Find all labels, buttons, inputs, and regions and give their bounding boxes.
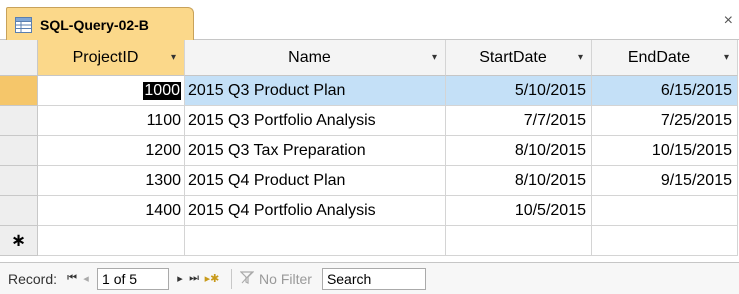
close-icon[interactable]: × (724, 13, 733, 29)
filter-label: No Filter (259, 270, 312, 287)
column-header-projectid[interactable]: ProjectID ▾ (38, 40, 185, 76)
cell-projectid[interactable]: 1000 (38, 76, 185, 106)
cell-name[interactable]: 2015 Q4 Portfolio Analysis (185, 196, 446, 226)
record-label: Record: (8, 270, 58, 287)
first-record-icon[interactable]: ⏮ (65, 269, 79, 289)
cell-name[interactable]: 2015 Q3 Portfolio Analysis (185, 106, 446, 136)
cell-name[interactable]: 2015 Q3 Product Plan (185, 76, 446, 106)
cell-enddate[interactable]: 6/15/2015 (592, 76, 738, 106)
cell-startdate[interactable]: 8/10/2015 (446, 166, 592, 196)
table-row[interactable]: 1000 2015 Q3 Product Plan 5/10/2015 6/15… (0, 76, 738, 106)
cell-startdate[interactable]: 10/5/2015 (446, 196, 592, 226)
cell-name[interactable]: 2015 Q3 Tax Preparation (185, 136, 446, 166)
selected-text: 1000 (143, 81, 181, 100)
record-selector[interactable] (0, 106, 38, 136)
select-all-corner[interactable] (0, 40, 38, 76)
cell-projectid[interactable]: 1100 (38, 106, 185, 136)
column-header-label: EndDate (627, 48, 691, 66)
sort-dropdown-icon[interactable]: ▾ (724, 52, 729, 63)
header-row: ProjectID ▾ Name ▾ StartDate ▾ EndDate ▾ (0, 40, 738, 76)
cell-enddate[interactable] (592, 226, 738, 256)
object-tab-strip: SQL-Query-02-B × (0, 0, 739, 41)
previous-record-icon[interactable]: ◂ (79, 269, 93, 289)
record-selector[interactable] (0, 76, 38, 106)
new-record-nav-icon[interactable]: ▸✱ (201, 269, 223, 289)
cell-startdate[interactable] (446, 226, 592, 256)
filter-toggle[interactable]: No Filter (239, 270, 312, 287)
datasheet-query-icon (15, 16, 32, 33)
table-row[interactable]: 1100 2015 Q3 Portfolio Analysis 7/7/2015… (0, 106, 738, 136)
cell-enddate[interactable] (592, 196, 738, 226)
table-row[interactable]: 1300 2015 Q4 Product Plan 8/10/2015 9/15… (0, 166, 738, 196)
new-record-row[interactable]: ∗ (0, 226, 738, 256)
record-selector[interactable] (0, 166, 38, 196)
search-input[interactable]: Search (321, 267, 426, 290)
record-navigator: Record: ⏮ ◂ 1 of 5 ▸ ⏭ ▸✱ No Filter Sear… (0, 262, 739, 294)
cell-projectid[interactable]: 1400 (38, 196, 185, 226)
current-record-field[interactable]: 1 of 5 (97, 267, 170, 290)
cell-enddate[interactable]: 7/25/2015 (592, 106, 738, 136)
sort-dropdown-icon[interactable]: ▾ (432, 52, 437, 63)
table-row[interactable]: 1400 2015 Q4 Portfolio Analysis 10/5/201… (0, 196, 738, 226)
sort-dropdown-icon[interactable]: ▾ (171, 52, 176, 63)
cell-projectid[interactable]: 1200 (38, 136, 185, 166)
column-header-label: ProjectID (72, 48, 139, 66)
cell-name[interactable]: 2015 Q4 Product Plan (185, 166, 446, 196)
last-record-icon[interactable]: ⏭ (187, 269, 201, 289)
sort-dropdown-icon[interactable]: ▾ (578, 52, 583, 63)
column-header-enddate[interactable]: EndDate ▾ (592, 40, 738, 76)
next-record-icon[interactable]: ▸ (173, 269, 187, 289)
record-selector[interactable] (0, 136, 38, 166)
cell-enddate[interactable]: 10/15/2015 (592, 136, 738, 166)
column-header-startdate[interactable]: StartDate ▾ (446, 40, 592, 76)
cell-name[interactable] (185, 226, 446, 256)
cell-startdate[interactable]: 5/10/2015 (446, 76, 592, 106)
column-header-label: StartDate (479, 48, 547, 66)
filter-icon (239, 270, 255, 287)
cell-projectid[interactable]: 1300 (38, 166, 185, 196)
new-record-icon[interactable]: ∗ (0, 226, 38, 256)
cell-startdate[interactable]: 7/7/2015 (446, 106, 592, 136)
table-row[interactable]: 1200 2015 Q3 Tax Preparation 8/10/2015 1… (0, 136, 738, 166)
query-tab[interactable]: SQL-Query-02-B (6, 7, 194, 41)
cell-enddate[interactable]: 9/15/2015 (592, 166, 738, 196)
column-header-label: Name (288, 48, 331, 66)
query-tab-title: SQL-Query-02-B (40, 16, 149, 33)
cell-startdate[interactable]: 8/10/2015 (446, 136, 592, 166)
record-selector[interactable] (0, 196, 38, 226)
divider (231, 268, 233, 289)
column-header-name[interactable]: Name ▾ (185, 40, 446, 76)
cell-projectid[interactable] (38, 226, 185, 256)
